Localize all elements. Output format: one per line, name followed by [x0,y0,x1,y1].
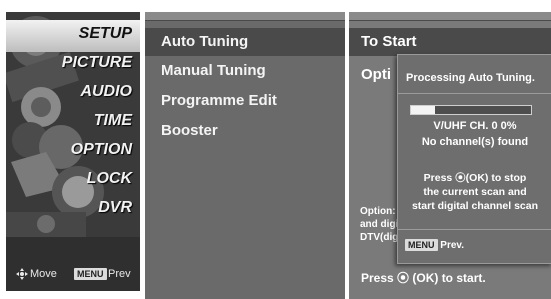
option-text-line-1: Option: [360,206,396,217]
submenu-auto-tuning[interactable]: Auto Tuning [145,28,345,56]
dialog-divider [398,93,551,94]
dialog-prev-label: Prev. [440,240,465,251]
stop-instruction-line-1: Press ⦿(OK) to stop [423,172,527,184]
setup-menu-screen: SETUP PICTURE AUDIO TIME OPTION LOCK DVR… [0,0,551,299]
nav-footer: Move MENU Prev [16,268,140,288]
submenu-programme-edit[interactable]: Programme Edit [161,92,277,109]
category-column: SETUP PICTURE AUDIO TIME OPTION LOCK DVR… [6,12,140,291]
category-audio[interactable]: AUDIO [80,83,132,101]
stop-instructions: Press ⦿(OK) to stop the current scan and… [398,171,551,213]
channel-status: V/UHF CH. 0 0% [433,120,517,132]
category-setup[interactable]: SETUP [79,25,132,43]
dialog-title: Processing Auto Tuning. [406,72,535,84]
press-ok-instruction: Press ⦿ (OK) to start. [361,271,486,285]
submenu-manual-tuning[interactable]: Manual Tuning [161,62,266,79]
category-lock[interactable]: LOCK [87,170,132,188]
scan-progress-bar [410,105,532,115]
scan-progress-fill [411,106,435,114]
move-icon [16,268,28,283]
category-picture[interactable]: PICTURE [62,54,132,72]
submenu-booster[interactable]: Booster [161,122,218,139]
dialog-footer: MENU Prev. [405,239,464,251]
submenu-column: Auto Tuning Manual Tuning Programme Edit… [145,12,345,299]
category-dvr[interactable]: DVR [98,199,132,217]
menu-key-icon[interactable]: MENU [405,239,438,251]
dialog-footer-divider [398,229,551,230]
submenu-top-border [145,12,345,21]
detail-top-border [349,12,551,21]
option-text-line-3: DTV(dig [360,232,399,243]
option-text-line-2: and digi [360,219,399,230]
to-start-heading[interactable]: To Start [349,28,551,56]
auto-tuning-progress-dialog: Processing Auto Tuning. V/UHF CH. 0 0% N… [397,54,551,264]
stop-instruction-line-3: start digital channel scan [411,200,539,212]
stop-instruction-line-2: the current scan and [423,186,527,198]
channels-found-status: No channel(s) found [421,136,529,148]
prev-label: Prev [108,268,131,280]
category-time[interactable]: TIME [94,112,132,130]
option-heading: Opti [361,66,391,83]
category-option[interactable]: OPTION [71,141,132,159]
move-label: Move [30,268,57,280]
